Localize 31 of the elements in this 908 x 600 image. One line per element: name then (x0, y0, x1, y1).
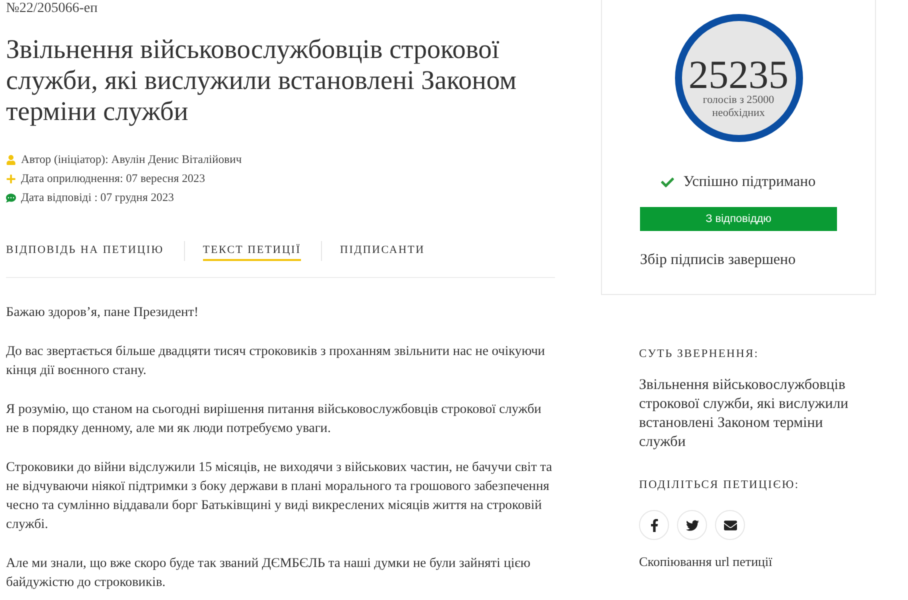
envelope-icon (724, 518, 736, 532)
plus-icon (6, 174, 16, 184)
petition-paragraph: Але ми знали, що вже скоро буде так званий ДЄМБЄЛЬ та наші думки не були зайняті цією байдужістю до строковиків. (6, 554, 532, 591)
facebook-share-button[interactable] (639, 510, 669, 540)
tab[interactable]: ТЕКСТ ПЕТИЦІЇ (202, 241, 301, 261)
person-icon (6, 154, 16, 164)
twitter-share-button[interactable] (677, 510, 707, 540)
support-status: Успішно підтримано (683, 174, 816, 191)
vote-count: 25235 (688, 56, 788, 94)
check-icon (661, 176, 674, 189)
speech-bubble-icon (6, 192, 16, 202)
petition-title: Звільнення військовослужбовців строкової служби, які вислужили встановлені Законом терміни служби (6, 34, 518, 127)
summary-heading: СУТЬ ЗВЕРНЕННЯ: (639, 348, 759, 360)
tab[interactable]: ПІДПИСАНТИ (340, 241, 425, 261)
petition-paragraph: Строковики до війни відслужили 15 місяців, не виходячи з військових частин, не бачучи світ та не відчуваючи ніякої підтримки з боку держави в плані морального та грошового забезпечення чесно та сумлінно віддавали борг Батьківщині у виді викреслених місяців життя на строковій службі. (6, 458, 554, 533)
answered-status-bar: З відповіддю (640, 207, 837, 231)
meta-text: Дата відповіді : 07 грудня 2023 (21, 191, 174, 204)
meta-text: Автор (ініціатор): Авулін Денис Віталійович (21, 153, 242, 166)
bird-icon (686, 518, 698, 532)
share-heading: ПОДІЛІТЬСЯ ПЕТИЦІЄЮ: (639, 479, 800, 491)
petition-paragraph: До вас звертається більше двадцяти тисяч строковиків з проханням звільнити нас не очікуючи кінця дії воєнного стану. (6, 342, 546, 379)
tab[interactable]: ВІДПОВІДЬ НА ПЕТИЦІЮ (6, 241, 164, 261)
summary-text: Звільнення військовослужбовців строкової служби, які вислужили встановлені Законом терміни служби (639, 376, 850, 452)
vote-caption: голосів з 25000 необхідних (702, 94, 776, 120)
collection-status: Збір підписів завершено (640, 251, 797, 269)
copy-url-link[interactable]: Скопіювання url петиції (639, 554, 772, 570)
petition-number: №22/205066-еп (6, 0, 98, 17)
email-share-button[interactable] (715, 510, 745, 540)
meta-text: Дата оприлюднення: 07 вересня 2023 (21, 172, 206, 185)
petition-paragraph: Я розумію, що станом на сьогодні вирішення питання військовослужбовців строкової служби не в порядку денному, але ми як люди потребуємо уваги. (6, 400, 542, 437)
petition-paragraph: Бажаю здоров’я, пане Президент! (6, 303, 200, 321)
